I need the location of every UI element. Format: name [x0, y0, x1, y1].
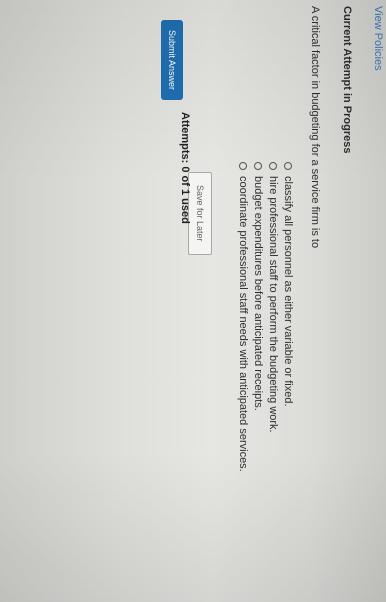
attempt-status-heading: Current Attempt in Progress: [341, 6, 353, 154]
quiz-page: View Policies Current Attempt in Progres…: [0, 0, 386, 602]
option-label: classify all personnel as either variabl…: [282, 176, 294, 407]
attempts-counter: Attempts: 0 of 1 used: [179, 112, 191, 224]
option-label: hire professional staff to perform the b…: [267, 176, 279, 433]
photo-frame: View Policies Current Attempt in Progres…: [0, 0, 386, 602]
answer-option-4[interactable]: coordinate professional staff needs with…: [237, 162, 249, 472]
radio-button[interactable]: [254, 162, 262, 170]
radio-button[interactable]: [239, 162, 247, 170]
answer-option-1[interactable]: classify all personnel as either variabl…: [282, 162, 294, 407]
radio-button[interactable]: [284, 162, 292, 170]
question-prompt: A critical factor in budgeting for a ser…: [309, 6, 321, 249]
option-label: coordinate professional staff needs with…: [237, 176, 249, 472]
submit-answer-button[interactable]: Submit Answer: [161, 20, 183, 101]
save-for-later-button[interactable]: Save for Later: [188, 172, 212, 255]
answer-option-3[interactable]: budget expenditures before anticipated r…: [252, 162, 264, 411]
view-policies-link[interactable]: View Policies: [372, 6, 384, 71]
answer-option-2[interactable]: hire professional staff to perform the b…: [267, 162, 279, 433]
option-label: budget expenditures before anticipated r…: [252, 176, 264, 411]
radio-button[interactable]: [269, 162, 277, 170]
